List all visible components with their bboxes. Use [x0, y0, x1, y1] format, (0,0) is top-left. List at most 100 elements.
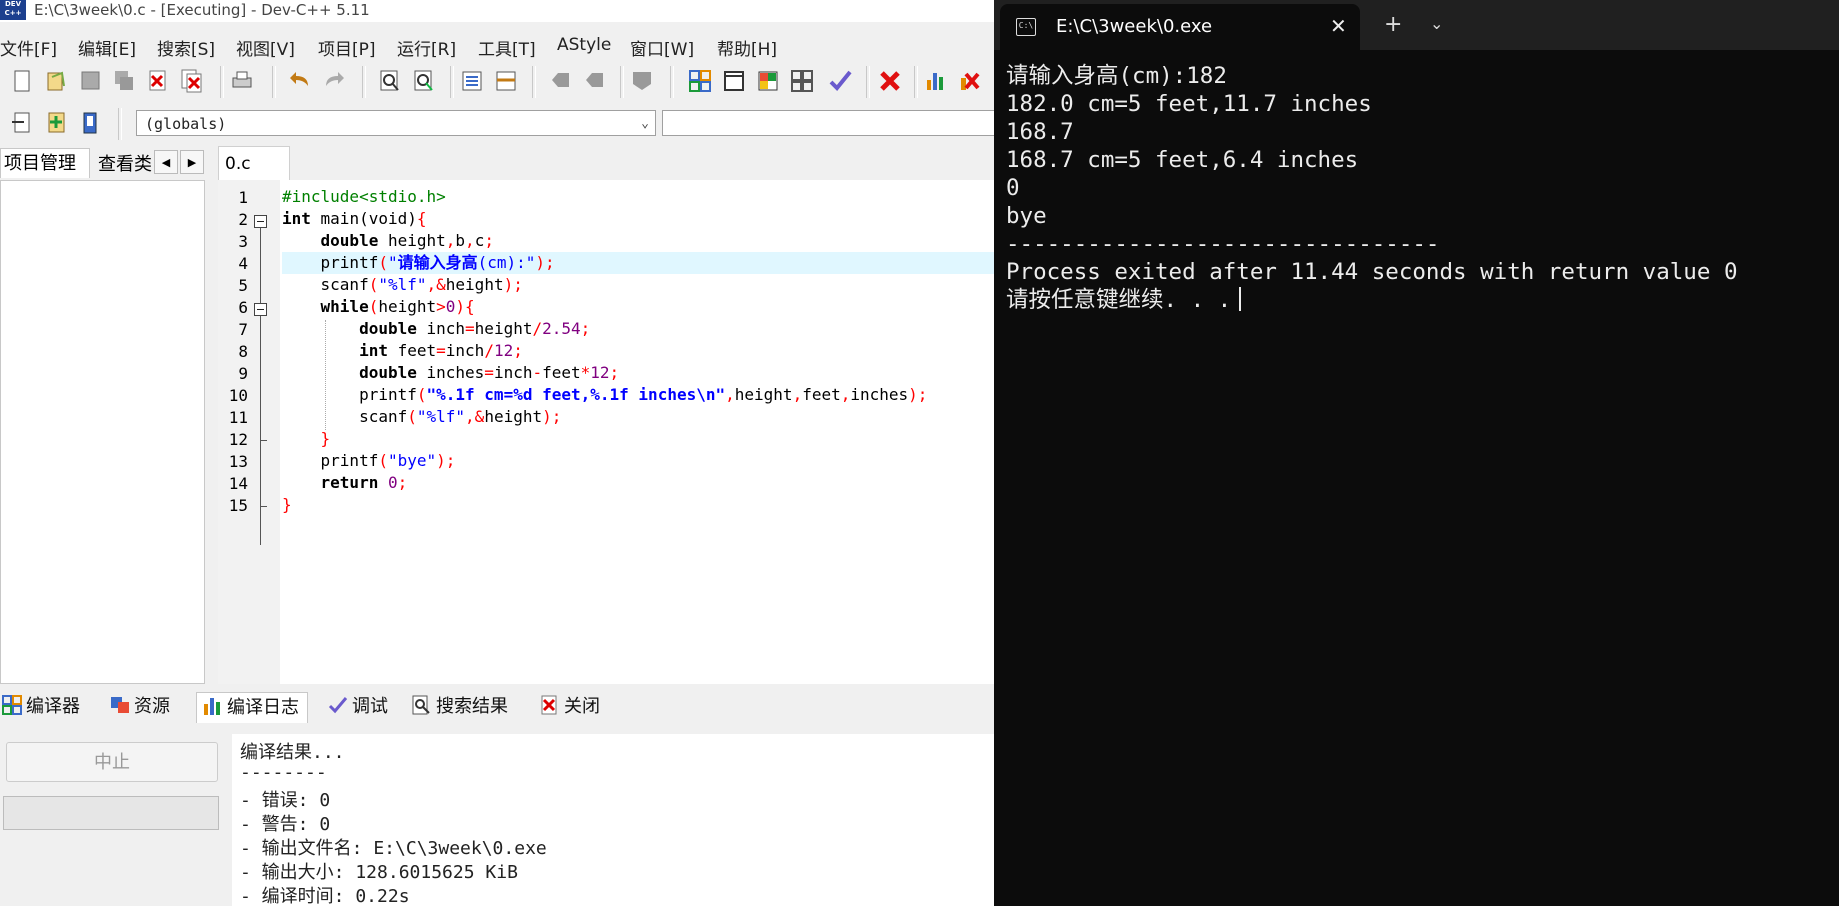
layout-icon[interactable]	[756, 68, 780, 94]
stop-execution-icon[interactable]	[878, 68, 902, 94]
code-line-10: printf("%.1f cm=%d feet,%.1f inches\n",h…	[359, 385, 928, 404]
menu-run[interactable]: 运行[R]	[397, 35, 456, 60]
tab-class-browser[interactable]: 查看类	[92, 152, 158, 178]
close-file-icon[interactable]	[146, 68, 170, 94]
indent-icon[interactable]	[460, 68, 484, 94]
close-icon[interactable]: ✕	[1330, 14, 1347, 38]
tab-scroll-left-icon[interactable]: ◀	[154, 150, 178, 174]
line-number: 7	[238, 320, 248, 339]
menu-view[interactable]: 视图[V]	[236, 35, 295, 60]
menu-window[interactable]: 窗口[W]	[630, 35, 694, 60]
resources-icon	[111, 697, 129, 713]
tab-compile-log[interactable]: 编译日志	[196, 692, 308, 723]
menu-edit[interactable]: 编辑[E]	[78, 35, 136, 60]
new-file-icon[interactable]	[10, 68, 34, 94]
remove-from-project-icon[interactable]	[78, 110, 102, 136]
menu-astyle[interactable]: AStyle	[557, 35, 611, 55]
comment-icon[interactable]	[630, 68, 654, 94]
grid-icon[interactable]	[790, 68, 814, 94]
save-all-icon[interactable]	[112, 68, 136, 94]
code-line-9: double inches=inch-feet*12;	[359, 363, 620, 382]
replace-icon[interactable]	[412, 68, 436, 94]
undo-icon[interactable]	[288, 68, 312, 94]
save-icon[interactable]	[78, 68, 102, 94]
log-line: - 警告: 0	[240, 814, 331, 835]
line-number: 10	[228, 386, 248, 405]
find-icon[interactable]	[378, 68, 402, 94]
profile-chart-icon[interactable]	[924, 68, 948, 94]
terminal-line: --------------------------------	[1006, 231, 1440, 257]
menu-help[interactable]: 帮助[H]	[717, 35, 777, 60]
menu-search[interactable]: 搜索[S]	[157, 35, 215, 60]
terminal-window: C:\ E:\C\3week\0.exe ✕ + ⌄ 请输入身高(cm):182…	[994, 0, 1839, 906]
globals-dropdown[interactable]: (globals) ⌄	[136, 110, 656, 136]
devcpp-window: DEV C++ E:\C\3week\0.c - [Executing] - De…	[0, 0, 994, 906]
left-panel-tabs: 项目管理 查看类 ◀ ▶	[0, 146, 210, 180]
tab-close-panel[interactable]: 关闭	[540, 692, 600, 722]
line-number: 4	[238, 254, 248, 273]
menu-bar: 文件[F] 编辑[E] 搜索[S] 视图[V] 项目[P] 运行[R] 工具[T…	[0, 33, 994, 60]
compile-log-output[interactable]: 编译结果... -------- - 错误: 0 - 警告: 0 - 输出文件名…	[232, 734, 994, 906]
fold-toggle-icon[interactable]	[254, 215, 267, 228]
line-number: 8	[238, 342, 248, 361]
fold-toggle-icon[interactable]	[254, 303, 267, 316]
tab-project-manager[interactable]: 项目管理	[0, 148, 90, 178]
unindent-icon[interactable]	[494, 68, 518, 94]
code-line-7: double inch=height/2.54;	[359, 319, 591, 338]
code-line-4: printf("请输入身高(cm):");	[320, 253, 555, 272]
new-tab-plus-icon[interactable]: +	[1384, 12, 1402, 37]
window-title: E:\C\3week\0.c - [Executing] - Dev-C++ 5…	[34, 1, 370, 19]
compile-check-icon[interactable]	[828, 68, 852, 94]
close-all-icon[interactable]	[180, 68, 204, 94]
redo-icon[interactable]	[322, 68, 346, 94]
editor-gutter: 1 2 3 4 5 6 7 8 9 10 11 12 13 14 15	[218, 180, 280, 684]
code-line-2: int main(void){	[282, 209, 427, 228]
bookmark-prev-icon[interactable]	[548, 68, 572, 94]
terminal-tab[interactable]: C:\ E:\C\3week\0.exe ✕	[1000, 4, 1360, 50]
line-number: 14	[228, 474, 248, 493]
debug-check-icon	[328, 697, 348, 714]
add-to-project-icon[interactable]	[44, 110, 68, 136]
compile-progress-bar	[3, 796, 219, 830]
line-number: 12	[228, 430, 248, 449]
devcpp-titlebar: DEV C++ E:\C\3week\0.c - [Executing] - De…	[0, 0, 994, 22]
open-file-icon[interactable]	[44, 68, 68, 94]
main-toolbar	[0, 60, 994, 104]
tab-resources[interactable]: 资源	[110, 692, 170, 722]
devcpp-app-icon: DEV C++	[0, 0, 26, 20]
bookmark-next-icon[interactable]	[582, 68, 606, 94]
globals-value: (globals)	[145, 115, 227, 133]
terminal-prompt-line: 请按任意键继续. . .	[1006, 286, 1242, 314]
function-dropdown[interactable]	[662, 110, 994, 136]
stop-button[interactable]: 中止	[6, 742, 218, 782]
terminal-line: bye	[1006, 203, 1047, 229]
code-line-6: while(height>0){	[320, 297, 475, 316]
editor-tab-0c[interactable]: 0.c	[218, 146, 290, 180]
code-line-14: return 0;	[320, 473, 408, 492]
project-panel[interactable]	[0, 180, 205, 684]
tile-icon[interactable]	[688, 68, 712, 94]
code-line-8: int feet=inch/12;	[359, 341, 523, 360]
line-number: 3	[238, 232, 248, 251]
line-number: 6	[238, 298, 248, 317]
project-options-icon[interactable]	[10, 110, 34, 136]
tab-scroll-right-icon[interactable]: ▶	[180, 150, 204, 174]
log-line: 编译结果...	[240, 742, 345, 763]
log-line: - 错误: 0	[240, 790, 331, 811]
code-editor[interactable]: 1 2 3 4 5 6 7 8 9 10 11 12 13 14 15 #inc…	[218, 180, 994, 684]
delete-profile-icon[interactable]	[958, 68, 982, 94]
tab-search-results[interactable]: 搜索结果	[412, 692, 508, 722]
window-icon[interactable]	[722, 68, 746, 94]
class-toolbar: (globals) ⌄	[0, 106, 994, 142]
chevron-down-icon[interactable]: ⌄	[1430, 14, 1443, 33]
tab-compiler[interactable]: 编译器	[2, 692, 80, 722]
print-icon[interactable]	[230, 68, 254, 94]
menu-tools[interactable]: 工具[T]	[478, 35, 536, 60]
tab-debug[interactable]: 调试	[328, 692, 388, 722]
search-results-icon	[412, 695, 430, 715]
terminal-line: 182.0 cm=5 feet,11.7 inches	[1006, 91, 1372, 117]
menu-project[interactable]: 项目[P]	[318, 35, 376, 60]
bottom-panel-tabs: 编译器 资源 编译日志 调试 搜索结果 关闭	[0, 690, 994, 724]
menu-file[interactable]: 文件[F]	[0, 35, 57, 60]
log-line: - 输出文件名: E:\C\3week\0.exe	[240, 838, 547, 859]
